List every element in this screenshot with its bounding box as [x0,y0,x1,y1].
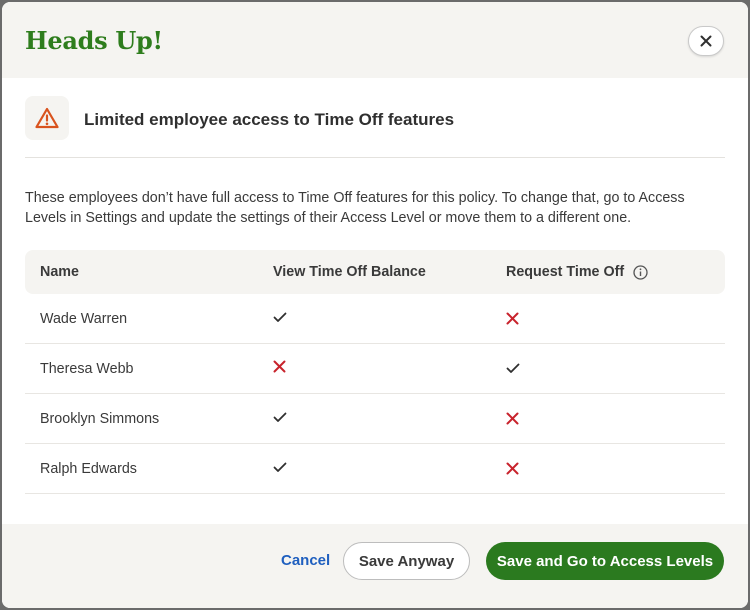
table-row: Wade Warren [25,294,725,344]
warning-icon-box [25,96,69,140]
close-icon [700,35,712,47]
description-text: These employees don’t have full access t… [25,190,685,226]
table-body: Wade Warren Theresa Webb Brooklyn Simmons R… [25,294,725,494]
save-anyway-button[interactable]: Save Anyway [343,542,470,580]
notice-title: Limited employee access to Time Off feat… [84,110,455,129]
cross-icon [258,360,491,377]
dialog-title: Heads Up! [25,26,163,55]
header-name: Name [40,264,79,280]
employee-name: Theresa Webb [40,360,134,377]
check-icon [258,311,491,327]
check-icon [258,461,491,477]
heads-up-dialog: Heads Up! Limited employee access to Tim… [2,2,748,608]
employee-name: Ralph Edwards [40,460,137,477]
table-row: Ralph Edwards [25,444,725,494]
employee-name: Brooklyn Simmons [40,410,160,427]
check-icon [491,363,725,374]
table-row: Brooklyn Simmons [25,394,725,444]
dialog-footer: Cancel Save Anyway Save and Go to Access… [2,524,748,608]
employee-name: Wade Warren [40,310,128,327]
info-icon[interactable] [633,264,648,280]
header-request-label: Request Time Off [506,264,625,280]
cross-icon [491,412,725,425]
access-notice: Limited employee access to Time Off feat… [25,96,725,158]
cross-icon [491,312,725,325]
access-table: Name View Time Off Balance Request Time … [25,250,725,494]
cancel-button[interactable]: Cancel [281,552,330,569]
cross-icon [491,462,725,475]
header-view-balance: View Time Off Balance [273,264,426,280]
check-icon [258,411,491,427]
table-header: Name View Time Off Balance Request Time … [25,250,725,294]
table-row: Theresa Webb [25,344,725,394]
header-request-time-off: Request Time Off [491,264,725,280]
warning-icon [35,107,59,129]
save-and-go-button[interactable]: Save and Go to Access Levels [486,542,724,580]
dialog-header: Heads Up! [2,2,748,78]
close-button[interactable] [688,26,724,56]
